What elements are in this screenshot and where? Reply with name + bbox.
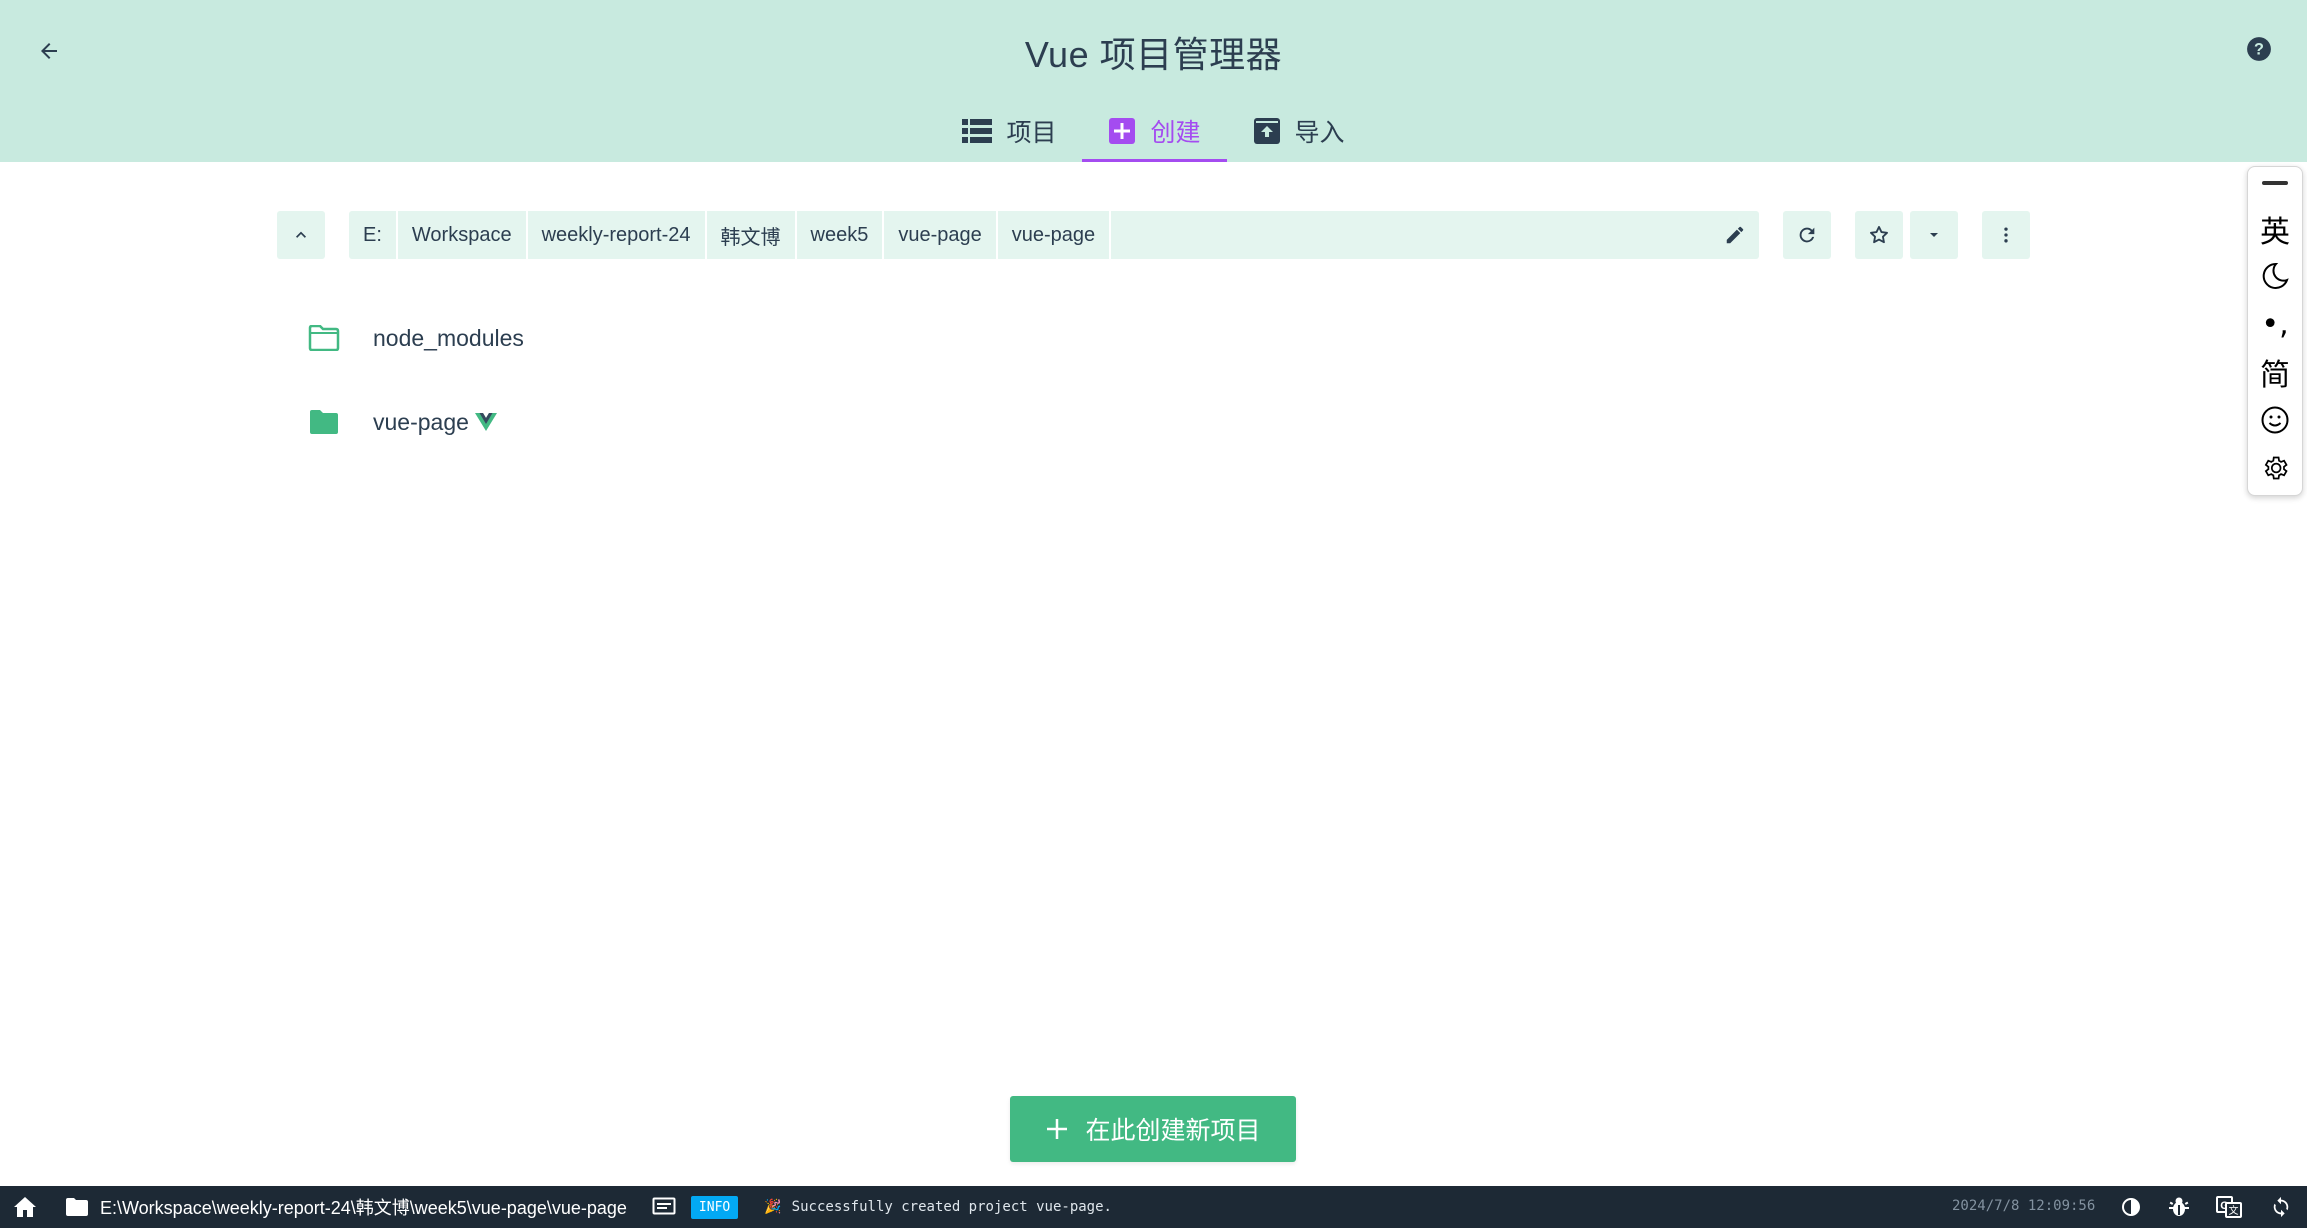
ime-language-toggle[interactable]: 英 — [2248, 207, 2302, 251]
help-button[interactable]: ? — [2236, 26, 2282, 72]
chevron-up-icon — [296, 231, 306, 238]
refresh-button[interactable] — [1783, 211, 1831, 259]
edit-path-button[interactable] — [1711, 211, 1759, 259]
breadcrumb-segment[interactable]: weekly-report-24 — [528, 211, 707, 259]
bug-icon — [2169, 1197, 2189, 1216]
folder-outline-icon — [307, 321, 341, 355]
folder-icon — [307, 405, 341, 439]
svg-text:文: 文 — [2229, 1204, 2239, 1217]
home-button[interactable] — [0, 1186, 50, 1228]
refresh-icon — [1799, 227, 1815, 243]
favorites-dropdown-button[interactable] — [1910, 211, 1958, 259]
ime-toolbar: 英 •, 简 — [2247, 166, 2303, 496]
sync-icon — [2273, 1196, 2289, 1218]
main-tabs: 项目 创建 导入 — [0, 104, 2307, 162]
ime-settings-button[interactable] — [2248, 446, 2302, 490]
breadcrumb-segment[interactable]: E: — [349, 211, 398, 259]
current-path[interactable]: E:\Workspace\weekly-report-24\韩文博\week5\… — [100, 1194, 627, 1220]
folder-toolbar: E: Workspace weekly-report-24 韩文博 week5 … — [277, 211, 2030, 259]
parent-folder-button[interactable] — [277, 211, 325, 259]
add-box-icon — [1109, 118, 1136, 144]
favorite-button[interactable] — [1855, 211, 1903, 259]
folder-name: node_modules — [373, 324, 524, 351]
breadcrumb-segment[interactable]: vue-page — [998, 211, 1112, 259]
tab-import-label: 导入 — [1294, 119, 1345, 147]
breadcrumb-segment[interactable]: vue-page — [884, 211, 998, 259]
refresh-connection-button[interactable] — [2264, 1186, 2298, 1228]
smiley-icon — [2261, 406, 2289, 434]
tab-import[interactable]: 导入 — [1227, 104, 1371, 158]
vue-logo-icon — [474, 412, 497, 432]
unarchive-icon — [1253, 118, 1280, 144]
log-message-text: Successfully created project vue-page. — [791, 1199, 1112, 1215]
folder-item-node-modules[interactable]: node_modules — [277, 296, 2030, 380]
contrast-icon — [2122, 1198, 2140, 1216]
ime-script-toggle[interactable]: 简 — [2248, 350, 2302, 394]
folder-list: node_modules vue-page — [277, 296, 2030, 464]
folder-name: vue-page — [373, 408, 469, 435]
svg-text:?: ? — [2254, 40, 2264, 58]
breadcrumb-segment[interactable]: week5 — [797, 211, 885, 259]
caret-down-icon — [1930, 233, 1938, 237]
app-title: Vue 项目管理器 — [1024, 34, 1283, 75]
cwd-folder-icon — [62, 1186, 92, 1228]
log-timestamp: 2024/7/8 12:09:56 — [1952, 1198, 2096, 1214]
ime-width-toggle[interactable] — [2248, 254, 2302, 298]
ime-collapse-handle[interactable] — [2262, 181, 2288, 185]
half-moon-icon — [2262, 262, 2289, 289]
more-vert-icon — [2004, 227, 2008, 243]
log-level-badge: INFO — [690, 1195, 739, 1219]
translate-button[interactable]: G 文 — [2212, 1186, 2246, 1228]
help-icon: ? — [2247, 37, 2271, 61]
more-options-button[interactable] — [1982, 211, 2030, 259]
report-bug-button[interactable] — [2162, 1186, 2196, 1228]
home-icon — [14, 1197, 36, 1217]
pencil-icon — [1726, 226, 1744, 244]
tab-projects[interactable]: 项目 — [936, 104, 1082, 158]
list-icon — [962, 119, 993, 143]
translate-icon: G 文 — [2216, 1196, 2242, 1218]
top-bar: Vue 项目管理器 ? 项目 创建 导入 — [0, 0, 2307, 162]
tab-projects-label: 项目 — [1006, 119, 1057, 147]
message-icon — [652, 1197, 676, 1215]
plus-icon — [1047, 1119, 1068, 1139]
breadcrumb-segment[interactable]: 韩文博 — [707, 211, 797, 259]
ime-punctuation-toggle[interactable]: •, — [2248, 302, 2302, 346]
breadcrumb-spacer — [1111, 211, 1711, 259]
tab-create[interactable]: 创建 — [1082, 104, 1227, 162]
log-message: 🎉 Successfully created project vue-page. — [764, 1199, 1112, 1215]
create-project-button[interactable]: 在此创建新项目 — [1010, 1096, 1296, 1162]
ime-emoji-button[interactable] — [2248, 398, 2302, 442]
gear-icon — [2264, 456, 2288, 480]
status-bar: E:\Workspace\weekly-report-24\韩文博\week5\… — [0, 1186, 2307, 1228]
breadcrumb: E: Workspace weekly-report-24 韩文博 week5 … — [349, 211, 1759, 259]
dark-mode-toggle[interactable] — [2114, 1186, 2148, 1228]
star-outline-icon — [1870, 226, 1888, 244]
folder-item-vue-page[interactable]: vue-page — [277, 380, 2030, 464]
breadcrumb-segment[interactable]: Workspace — [398, 211, 528, 259]
create-project-label: 在此创建新项目 — [1085, 1117, 1261, 1145]
console-log-button[interactable] — [649, 1186, 679, 1228]
tab-create-label: 创建 — [1150, 119, 1201, 147]
party-popper-icon: 🎉 — [764, 1199, 782, 1215]
